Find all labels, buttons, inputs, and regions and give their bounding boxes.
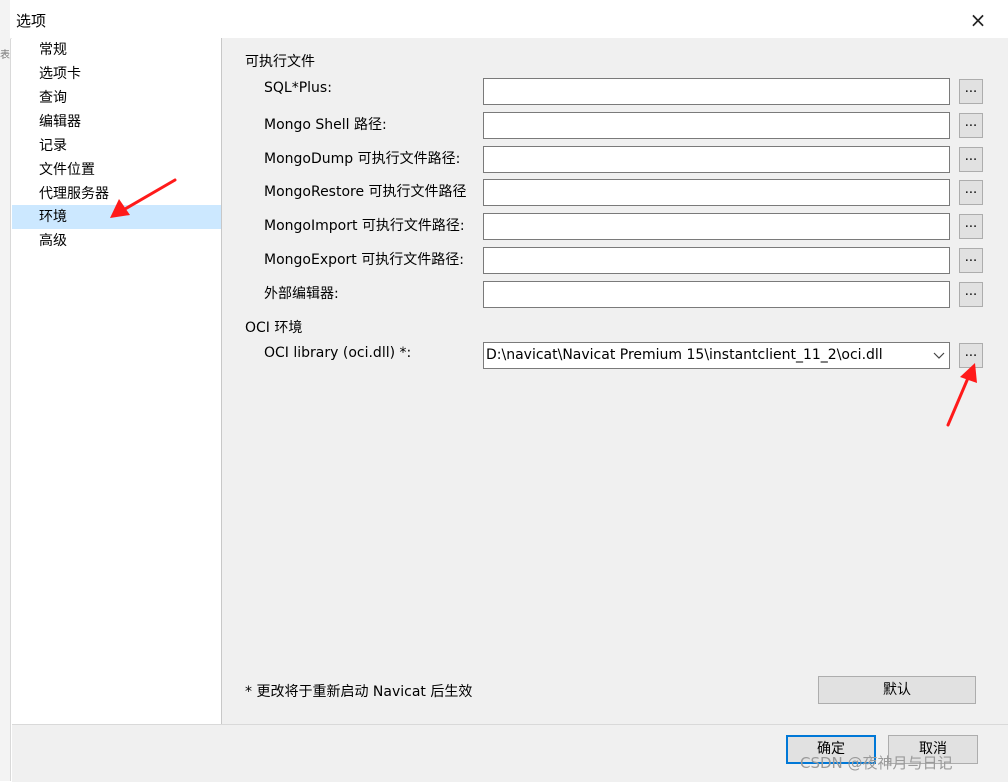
sidebar-item-label: 记录: [39, 138, 67, 154]
background-window-strip: 表: [0, 0, 11, 781]
oci-library-value: D:\navicat\Navicat Premium 15\instantcli…: [486, 347, 883, 363]
sidebar-item-query[interactable]: 查询: [12, 86, 221, 110]
options-sidebar: 常规 选项卡 查询 编辑器 记录 文件位置 代理服务器 环境 高级: [12, 38, 222, 724]
mongorestore-label: MongoRestore 可执行文件路径: [264, 184, 467, 200]
sidebar-item-label: 常规: [39, 42, 67, 58]
oci-group-label: OCI 环境: [245, 320, 303, 336]
external-editor-label: 外部编辑器:: [264, 286, 339, 302]
sidebar-item-records[interactable]: 记录: [12, 134, 221, 158]
close-button[interactable]: ×: [960, 6, 996, 34]
sqlplus-browse-button[interactable]: ...: [959, 79, 983, 104]
close-icon: ×: [969, 8, 987, 32]
cancel-button[interactable]: 取消: [888, 735, 978, 764]
mongodump-label: MongoDump 可执行文件路径:: [264, 151, 461, 167]
mongo-shell-label: Mongo Shell 路径:: [264, 117, 387, 133]
mongoexport-label: MongoExport 可执行文件路径:: [264, 252, 464, 268]
oci-library-browse-button[interactable]: ...: [959, 343, 983, 368]
chevron-down-icon: [933, 352, 945, 359]
sidebar-item-label: 编辑器: [39, 114, 81, 130]
dialog-title: 选项: [16, 12, 47, 30]
sidebar-item-general[interactable]: 常规: [12, 38, 221, 62]
sidebar-item-label: 高级: [39, 233, 67, 249]
dialog-footer: 确定 取消: [12, 724, 1008, 782]
sidebar-item-proxy[interactable]: 代理服务器: [12, 182, 221, 206]
mongoimport-path-input[interactable]: [483, 213, 950, 240]
mongoexport-path-input[interactable]: [483, 247, 950, 274]
sidebar-item-label: 文件位置: [39, 162, 95, 178]
external-editor-path-input[interactable]: [483, 281, 950, 308]
default-button[interactable]: 默认: [818, 676, 976, 704]
mongoimport-label: MongoImport 可执行文件路径:: [264, 218, 465, 234]
sidebar-item-tabs[interactable]: 选项卡: [12, 62, 221, 86]
sidebar-item-editor[interactable]: 编辑器: [12, 110, 221, 134]
restart-note: * 更改将于重新启动 Navicat 后生效: [245, 684, 473, 700]
sidebar-item-file-location[interactable]: 文件位置: [12, 158, 221, 182]
external-editor-browse-button[interactable]: ...: [959, 282, 983, 307]
sidebar-item-advanced[interactable]: 高级: [12, 229, 221, 253]
mongoexport-browse-button[interactable]: ...: [959, 248, 983, 273]
background-window-glyph: 表: [0, 50, 10, 61]
mongorestore-browse-button[interactable]: ...: [959, 180, 983, 205]
dialog-titlebar: 选项 ×: [10, 0, 1008, 39]
options-content-panel: 可执行文件 SQL*Plus: ... Mongo Shell 路径: ... …: [222, 38, 1008, 724]
oci-library-label: OCI library (oci.dll) *:: [264, 345, 412, 361]
sidebar-item-environment[interactable]: 环境: [12, 205, 221, 229]
mongodump-browse-button[interactable]: ...: [959, 147, 983, 172]
mongoimport-browse-button[interactable]: ...: [959, 214, 983, 239]
mongo-shell-browse-button[interactable]: ...: [959, 113, 983, 138]
mongorestore-path-input[interactable]: [483, 179, 950, 206]
exec-group-label: 可执行文件: [245, 54, 315, 70]
mongo-shell-path-input[interactable]: [483, 112, 950, 139]
ok-button[interactable]: 确定: [786, 735, 876, 764]
oci-library-combobox[interactable]: D:\navicat\Navicat Premium 15\instantcli…: [483, 342, 950, 369]
mongodump-path-input[interactable]: [483, 146, 950, 173]
sidebar-item-label: 代理服务器: [39, 186, 109, 202]
sqlplus-path-input[interactable]: [483, 78, 950, 105]
sidebar-item-label: 查询: [39, 90, 67, 106]
sidebar-item-label: 环境: [39, 209, 67, 225]
sqlplus-label: SQL*Plus:: [264, 80, 332, 96]
sidebar-item-label: 选项卡: [39, 66, 81, 82]
